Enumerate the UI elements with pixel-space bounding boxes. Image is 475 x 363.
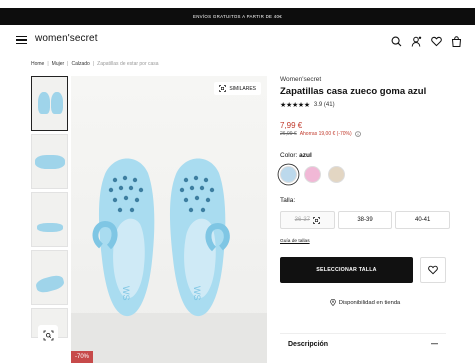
color-label: Color: azul	[280, 152, 450, 159]
product-rating[interactable]: ★★★★★ 3.9 (41)	[280, 101, 450, 109]
similar-button[interactable]: SIMILARES	[214, 82, 261, 95]
rating-stars: ★★★★★	[280, 102, 310, 109]
thumbnail-1[interactable]	[31, 76, 68, 131]
saving-text: Ahorras 19,00 € (-70%)	[299, 131, 352, 137]
thumbnail-4[interactable]	[31, 250, 68, 305]
size-option-38-39[interactable]: 38-39	[337, 211, 393, 229]
clog-pair-illustration: WS WS	[92, 158, 230, 317]
product-brand: Women'secret	[280, 76, 322, 83]
scan-icon	[219, 85, 227, 92]
size-options: 36-37 38-39 40-41	[280, 211, 451, 229]
color-swatches	[280, 166, 450, 183]
size-38-39-label: 38-39	[357, 217, 373, 223]
promo-text: ENVÍOS GRATUITOS A PARTIR DE 40€	[192, 14, 283, 19]
collapse-icon: —	[431, 341, 438, 348]
swatch-beige[interactable]	[328, 166, 345, 183]
thumbnail-2[interactable]	[31, 134, 68, 189]
scan-icon	[313, 216, 320, 224]
menu-icon[interactable]	[16, 36, 27, 45]
price-details: 26,99 € Ahorras 19,00 € (-70%)	[280, 131, 450, 137]
size-option-36-37[interactable]: 36-37	[280, 211, 335, 229]
product-title: Zapatillas casa zueco goma azul	[280, 86, 427, 97]
bag-icon[interactable]	[451, 34, 462, 47]
breadcrumb-separator: |	[67, 61, 69, 67]
wishlist-button[interactable]	[420, 257, 446, 283]
size-36-37-label: 36-37	[294, 217, 311, 223]
breadcrumb-calzado[interactable]: Calzado	[71, 61, 89, 67]
store-availability[interactable]: Disponibilidad en tienda	[280, 299, 450, 306]
info-icon[interactable]	[354, 131, 361, 137]
size-label: Talla:	[280, 197, 296, 204]
svg-text:WS: WS	[192, 286, 202, 301]
similar-label: SIMILARES	[229, 85, 256, 92]
swatch-pink[interactable]	[304, 166, 321, 183]
thumbnail-list	[31, 76, 68, 341]
size-40-41-label: 40-41	[415, 217, 431, 223]
breadcrumb: Home | Mujer | Calzado | Zapatillas de e…	[31, 61, 159, 67]
availability-label: Disponibilidad en tienda	[338, 299, 401, 306]
old-price: 26,99 €	[280, 131, 297, 137]
size-guide-link[interactable]: Guía de tallas	[280, 239, 310, 244]
description-label: Descripción	[288, 341, 329, 348]
product-info: Women'secret Zapatillas casa zueco goma …	[280, 76, 451, 306]
location-pin-icon	[330, 299, 336, 306]
rating-value: 3.9 (41)	[313, 102, 335, 108]
search-icon[interactable]	[391, 34, 402, 47]
swatch-blue[interactable]	[280, 166, 297, 183]
site-header: women'secret	[0, 30, 475, 50]
discount-badge: -70%	[71, 351, 94, 363]
breadcrumb-separator: |	[92, 61, 95, 67]
description-accordion[interactable]: Descripción —	[280, 333, 446, 355]
current-price: 7,99 €	[280, 121, 303, 130]
heart-icon[interactable]	[431, 34, 442, 47]
promo-bar: ENVÍOS GRATUITOS A PARTIR DE 40€	[0, 8, 475, 25]
zoom-icon[interactable]	[38, 325, 58, 345]
breadcrumb-mujer[interactable]: Mujer	[52, 61, 65, 67]
color-label-prefix: Color:	[280, 152, 298, 159]
breadcrumb-current: Zapatillas de estar por casa	[97, 61, 159, 67]
thumbnail-3[interactable]	[31, 192, 68, 247]
breadcrumb-home[interactable]: Home	[31, 61, 44, 67]
svg-text:WS: WS	[121, 286, 131, 301]
breadcrumb-separator: |	[47, 61, 49, 67]
selected-color-name: azul	[299, 152, 312, 159]
select-size-button[interactable]: SELECCIONAR TALLA	[280, 257, 413, 283]
account-icon[interactable]	[411, 34, 422, 47]
size-option-40-41[interactable]: 40-41	[395, 211, 451, 229]
brand-logo[interactable]: women'secret	[35, 33, 98, 44]
heart-icon	[428, 265, 438, 275]
main-product-image[interactable]: WS WS SIMILARES -70%	[71, 76, 267, 363]
